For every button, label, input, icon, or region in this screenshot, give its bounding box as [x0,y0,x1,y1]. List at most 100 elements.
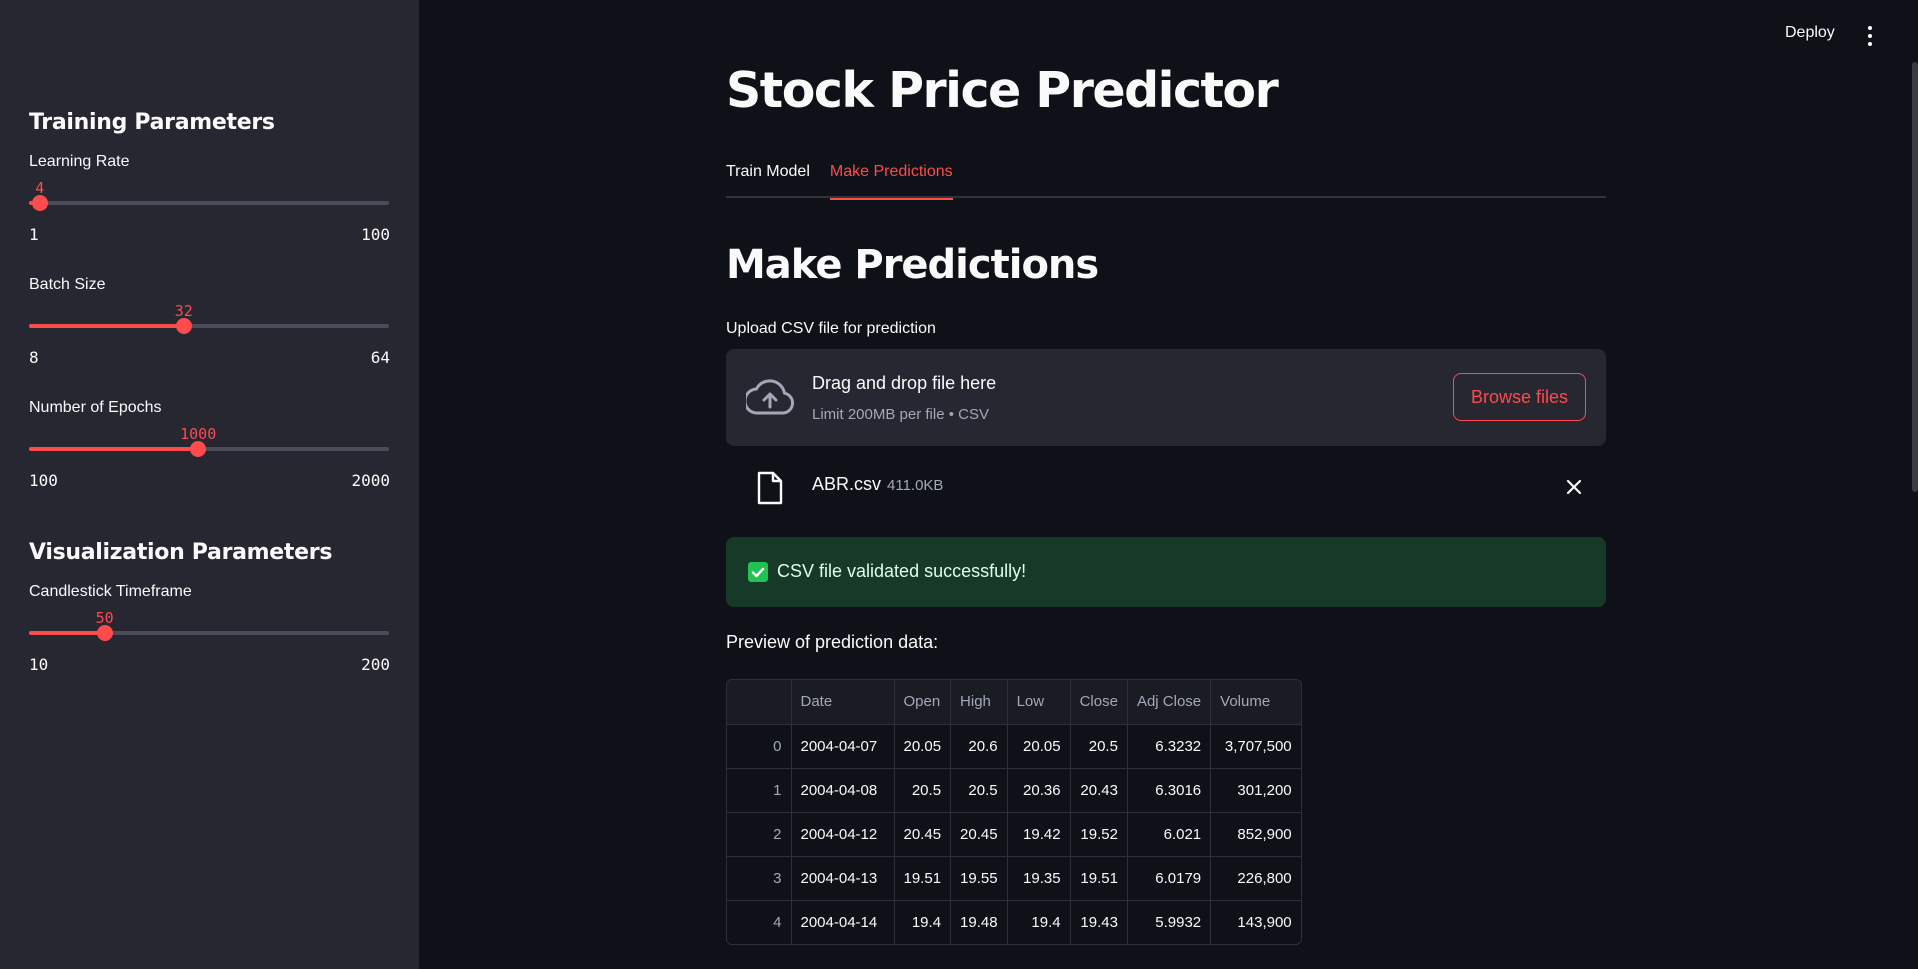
table-cell[interactable]: 19.4 [893,899,952,944]
column-header[interactable]: Volume [1210,680,1301,725]
training-parameters-heading: Training Parameters [29,110,275,135]
slider-min: 8 [29,348,39,367]
section-title: Make Predictions [726,242,1099,288]
table-cell[interactable]: 20.5 [893,767,952,813]
browse-files-button[interactable]: Browse files [1453,373,1586,421]
column-header[interactable]: Close [1069,680,1128,725]
slider-max: 200 [361,655,390,674]
table-cell[interactable]: 20.05 [1006,723,1071,769]
column-header[interactable]: Date [790,680,895,725]
table-cell[interactable]: 5.9932 [1126,899,1212,944]
tab-train-model[interactable]: Train Model [726,160,810,198]
table-cell[interactable]: 20.45 [893,811,952,857]
slider-min: 100 [29,471,58,490]
row-index[interactable]: 3 [727,855,792,901]
table-cell[interactable]: 6.0179 [1126,855,1212,901]
table-cell[interactable]: 19.4 [1006,899,1071,944]
table-cell[interactable]: 3,707,500 [1210,723,1301,769]
table-cell[interactable]: 19.43 [1069,899,1128,944]
table-cell[interactable]: 20.6 [950,723,1008,769]
slider-label: Number of Epochs [29,399,162,416]
table-row: 0 2004-04-07 20.05 20.6 20.05 20.5 6.3232 3,707… [727,723,1301,769]
file-name: ABR.csv [812,474,882,494]
slider-fill [29,631,105,635]
uploaded-file-row: ABR.csv 411.0KB [726,468,1606,506]
table-cell[interactable]: 19.52 [1069,811,1128,857]
tab-make-predictions[interactable]: Make Predictions [829,160,953,200]
row-index[interactable]: 1 [727,767,792,813]
table-cell[interactable]: 19.55 [950,855,1008,901]
batch-size-slider-block: Batch Size 32 8 64 [29,276,390,399]
row-index[interactable]: 2 [727,811,792,857]
file-dropzone[interactable]: Drag and drop file here Limit 200MB per … [726,349,1606,446]
table-cell[interactable]: 20.05 [893,723,952,769]
deploy-button[interactable]: Deploy [1785,24,1835,42]
table-cell[interactable]: 852,900 [1210,811,1301,857]
table-cell[interactable]: 20.5 [1069,723,1128,769]
column-header[interactable]: Low [1006,680,1071,725]
table-cell[interactable]: 301,200 [1210,767,1301,813]
close-icon[interactable] [1564,477,1584,497]
epochs-slider[interactable] [29,441,389,457]
preview-label: Preview of prediction data: [726,632,939,652]
slider-max: 64 [370,348,390,367]
slider-thumb[interactable] [175,318,192,334]
table-cell[interactable]: 20.36 [1006,767,1071,813]
success-alert: CSV file validated successfully! [726,537,1606,607]
file-size: 411.0KB [887,477,944,494]
batch-size-slider[interactable] [29,318,389,334]
slider-thumb[interactable] [31,195,48,211]
column-header[interactable]: Adj Close [1126,680,1212,725]
slider-fill [29,324,184,328]
visualization-parameters-heading: Visualization Parameters [29,540,333,565]
column-header[interactable] [727,680,792,725]
table-cell[interactable]: 20.43 [1069,767,1128,813]
table-cell[interactable]: 6.021 [1126,811,1212,857]
slider-min: 1 [29,225,39,244]
table-cell[interactable]: 143,900 [1210,899,1301,944]
epochs-slider-block: Number of Epochs 1000 100 2000 [29,399,390,522]
table-header-row: Date Open High Low Close Adj Close Volum… [727,680,1301,725]
table-cell[interactable]: 226,800 [1210,855,1301,901]
scrollbar[interactable] [1912,62,1918,492]
table-cell[interactable]: 19.51 [893,855,952,901]
table-cell[interactable]: 2004-04-14 [790,899,895,944]
table-cell[interactable]: 2004-04-12 [790,811,895,857]
column-header[interactable]: High [950,680,1008,725]
candlestick-timeframe-slider[interactable] [29,625,389,641]
cloud-upload-icon [746,379,794,415]
table-cell[interactable]: 19.51 [1069,855,1128,901]
candlestick-timeframe-slider-block: Candlestick Timeframe 50 10 200 [29,583,390,706]
row-index[interactable]: 4 [727,899,792,944]
slider-fill [29,447,199,451]
slider-label: Learning Rate [29,153,130,170]
table-cell[interactable]: 6.3232 [1126,723,1212,769]
upload-label: Upload CSV file for prediction [726,320,936,337]
table-cell[interactable]: 2004-04-13 [790,855,895,901]
table-cell[interactable]: 19.35 [1006,855,1071,901]
file-icon [757,471,783,505]
table-cell[interactable]: 2004-04-08 [790,767,895,813]
table-cell[interactable]: 20.5 [950,767,1008,813]
table-cell[interactable]: 19.48 [950,899,1008,944]
column-header[interactable]: Open [893,680,952,725]
preview-table[interactable]: Date Open High Low Close Adj Close Volum… [726,679,1302,945]
tab-bar: Train Model Make Predictions [726,160,1606,200]
slider-min: 10 [29,655,49,674]
slider-thumb[interactable] [96,625,113,641]
table-row: 4 2004-04-14 19.4 19.48 19.4 19.43 5.9932 143,9… [727,899,1301,944]
table-cell[interactable]: 2004-04-07 [790,723,895,769]
more-vert-icon[interactable] [1866,26,1874,46]
checkbox-check-icon [748,562,768,582]
table-cell[interactable]: 19.42 [1006,811,1071,857]
slider-label: Batch Size [29,276,106,293]
row-index[interactable]: 0 [727,723,792,769]
table-row: 3 2004-04-13 19.51 19.55 19.35 19.51 6.0179 226… [727,855,1301,901]
slider-thumb[interactable] [190,441,207,457]
slider-max: 100 [361,225,390,244]
table-cell[interactable]: 6.3016 [1126,767,1212,813]
learning-rate-slider[interactable] [29,195,389,211]
slider-max: 2000 [351,471,390,490]
dropzone-title: Drag and drop file here [812,373,997,393]
table-cell[interactable]: 20.45 [950,811,1008,857]
